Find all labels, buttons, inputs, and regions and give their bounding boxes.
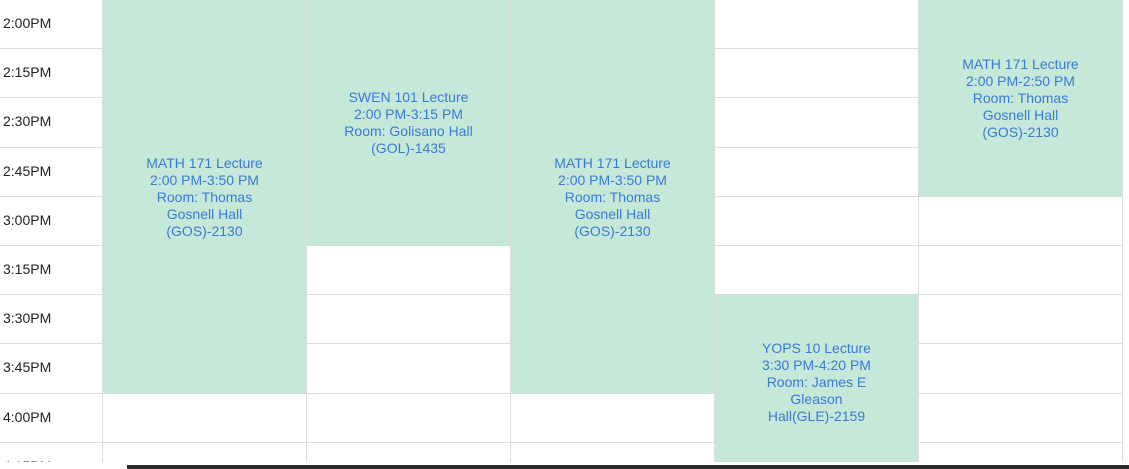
schedule-cell[interactable]: [511, 394, 715, 443]
time-label: 2:30PM: [3, 113, 52, 129]
schedule-cell[interactable]: [715, 197, 919, 246]
time-label: 4:00PM: [3, 409, 52, 425]
event-title: YOPS 10 Lecture: [762, 340, 871, 356]
schedule-cell[interactable]: [919, 295, 1123, 344]
event-block[interactable]: MATH 171 Lecture 2:00 PM-2:50 PM Room: Tho…: [919, 0, 1122, 197]
schedule-cell[interactable]: [919, 443, 1123, 462]
time-label: 2:15PM: [3, 64, 52, 80]
event-room: (GOL)-1435: [371, 140, 446, 156]
event-details: SWEN 101 Lecture 2:00 PM-3:15 PM Room: Gol…: [344, 89, 472, 157]
schedule-cell[interactable]: [919, 344, 1123, 394]
schedule-cell[interactable]: [103, 394, 307, 443]
event-room: Gosnell Hall: [982, 107, 1059, 123]
event-time: 2:00 PM-3:50 PM: [150, 171, 259, 188]
time-label: 3:30PM: [3, 310, 52, 326]
event-room: Room: Golisano Hall: [344, 123, 473, 139]
event-details: MATH 171 Lecture 2:00 PM-3:50 PM Room: Tho…: [146, 155, 262, 240]
event-room: (GOS)-2130: [166, 222, 243, 239]
event-room: (GOS)-2130: [574, 222, 651, 239]
event-details: MATH 171 Lecture 2:00 PM-2:50 PM Room: Tho…: [962, 56, 1078, 141]
event-block[interactable]: MATH 171 Lecture 2:00 PM-3:50 PM Room: Tho…: [103, 0, 306, 394]
time-label: 2:00PM: [3, 15, 52, 31]
event-details: MATH 171 Lecture 2:00 PM-3:50 PM Room: Tho…: [554, 155, 670, 240]
schedule-cell[interactable]: [307, 295, 511, 344]
schedule-cell[interactable]: [511, 443, 715, 462]
schedule-cell[interactable]: [715, 98, 919, 148]
scrollbar-thumb[interactable]: [127, 465, 1129, 469]
schedule-cell[interactable]: [919, 394, 1123, 443]
event-time: 3:30 PM-4:20 PM: [762, 357, 871, 373]
event-time: 2:00 PM-2:50 PM: [966, 73, 1075, 89]
schedule-cell[interactable]: [919, 197, 1123, 246]
event-time: 2:00 PM-3:15 PM: [354, 106, 463, 122]
event-block[interactable]: YOPS 10 Lecture 3:30 PM-4:20 PM Room: Jame…: [715, 295, 918, 462]
schedule-cell[interactable]: [715, 148, 919, 197]
schedule-cell[interactable]: [307, 246, 511, 295]
schedule-cell[interactable]: [307, 344, 511, 394]
event-details: YOPS 10 Lecture 3:30 PM-4:20 PM Room: Jame…: [762, 340, 871, 425]
schedule-grid: 2:00PM 2:15PM 2:30PM 2:45PM 3:00PM 3:15PM 3:30…: [0, 0, 1129, 462]
event-block[interactable]: MATH 171 Lecture 2:00 PM-3:50 PM Room: Tho…: [511, 0, 714, 394]
schedule-cell[interactable]: [307, 443, 511, 462]
event-room: Room: Thomas: [156, 188, 253, 205]
event-room: Room: James E: [766, 374, 867, 390]
time-label: 3:45PM: [3, 359, 52, 375]
time-label: 3:00PM: [3, 212, 52, 228]
event-time: 2:00 PM-3:50 PM: [558, 171, 667, 188]
schedule-cell[interactable]: [307, 394, 511, 443]
schedule-cell[interactable]: [715, 246, 919, 295]
event-room: Room: Thomas: [972, 90, 1069, 106]
time-label: 3:15PM: [3, 261, 52, 277]
event-room: Room: Thomas: [564, 188, 661, 205]
event-title: SWEN 101 Lecture: [348, 89, 469, 105]
event-room: Gosnell Hall: [574, 205, 651, 222]
time-label: 2:45PM: [3, 163, 52, 179]
event-title: MATH 171 Lecture: [554, 154, 671, 171]
event-title: MATH 171 Lecture: [962, 56, 1079, 72]
schedule-cell[interactable]: [715, 49, 919, 98]
event-room: Gosnell Hall: [166, 205, 243, 222]
event-room: (GOS)-2130: [982, 124, 1059, 140]
event-block[interactable]: SWEN 101 Lecture 2:00 PM-3:15 PM Room: Gol…: [307, 0, 510, 246]
event-room: Gleason: [790, 391, 843, 407]
event-room: Hall(GLE)-2159: [767, 408, 866, 424]
event-title: MATH 171 Lecture: [146, 154, 263, 171]
horizontal-scrollbar[interactable]: [0, 462, 1129, 469]
schedule-cell[interactable]: [919, 246, 1123, 295]
schedule-cell[interactable]: [103, 443, 307, 462]
schedule-cell[interactable]: [715, 0, 919, 49]
